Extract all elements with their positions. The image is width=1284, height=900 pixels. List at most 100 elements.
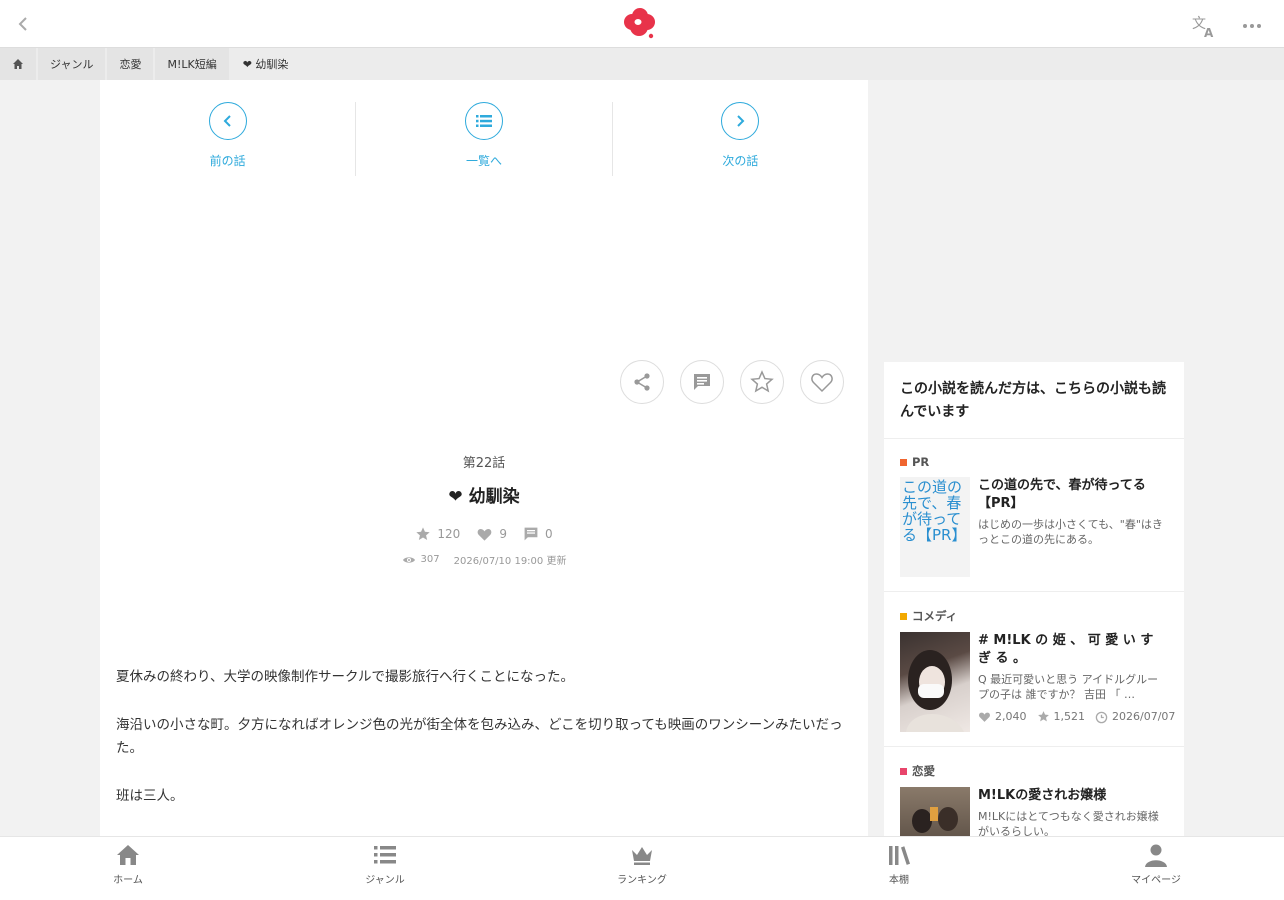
thumbnail-alt-text: この道の先で、春が待ってる【PR】 <box>902 478 967 544</box>
list-icon <box>374 846 396 864</box>
body-paragraph: 夏休みの終わり、大学の映像制作サークルで撮影旅行へ行くことになった。 <box>116 669 575 685</box>
likes-stat: 2,040 <box>978 710 1027 723</box>
prev-episode-button[interactable]: 前の話 <box>100 102 355 176</box>
logo[interactable] <box>620 6 658 42</box>
list-circle <box>464 102 503 140</box>
breadcrumb-label: ジャンル <box>50 58 94 71</box>
episode-nav: 前の話 一覧へ 次の話 <box>100 102 868 176</box>
breadcrumb-item-series[interactable]: M!LK短編 <box>155 48 229 80</box>
recommendation-desc: はじめの一歩は小さくても、"春"はきっとこの道の先にある。 <box>978 518 1163 546</box>
comment-icon <box>694 374 710 390</box>
back-button[interactable] <box>12 13 34 35</box>
broken-thumbnail[interactable]: この道の先で、春が待ってる【PR】 <box>900 477 970 577</box>
share-icon <box>634 373 650 391</box>
breadcrumb: ジャンル 恋愛 M!LK短編 ❤︎ 幼馴染 <box>0 48 1284 80</box>
cloud-logo-icon <box>624 8 655 39</box>
list-label: 一覧へ <box>465 154 502 168</box>
more-dots-icon <box>1243 24 1261 28</box>
star-icon <box>1037 711 1049 722</box>
next-episode-button[interactable]: 次の話 <box>611 102 868 176</box>
svg-text:A: A <box>1204 26 1214 38</box>
tab-label: ホーム <box>113 875 143 886</box>
breadcrumb-label: ❤︎ 幼馴染 <box>242 58 289 71</box>
star-button[interactable] <box>740 360 784 404</box>
thumbnail-image[interactable] <box>900 787 970 836</box>
heart-icon <box>979 712 990 722</box>
breadcrumb-label: 恋愛 <box>119 58 142 71</box>
comments-stat: 0 <box>523 526 553 542</box>
category-label: コメディ <box>912 609 958 623</box>
comments-count: 0 <box>544 527 553 541</box>
category-tag: コメディ <box>900 608 1168 624</box>
category-label: PR <box>912 455 930 469</box>
crown-icon <box>632 847 652 865</box>
date-text: 2026/07/07 <box>1112 710 1176 723</box>
tab-label: ジャンル <box>365 875 405 886</box>
recommendation-item[interactable]: コメディ # M!LK の 姫 、 可 愛 い す ぎ る 。 Q 最近可愛いと… <box>884 592 1184 747</box>
translate-icon: 文 A <box>1192 16 1214 40</box>
category-tag: PR <box>900 455 1168 469</box>
star-outline-icon <box>750 370 774 393</box>
home-icon <box>117 845 139 865</box>
recommendation-item[interactable]: 恋愛 M!LKの愛されお嬢様 M!LKにはとてつもなく愛されお嬢様がいるらしい。 <box>884 747 1184 836</box>
breadcrumb-item-genre[interactable]: ジャンル <box>38 48 106 80</box>
views-stat: 307 <box>402 554 440 565</box>
next-label: 次の話 <box>722 154 759 168</box>
tab-ranking[interactable]: ランキング <box>602 843 682 886</box>
tab-mypage[interactable]: マイページ <box>1116 843 1196 886</box>
like-button[interactable] <box>800 360 844 404</box>
clock-icon <box>1095 711 1108 724</box>
recommendation-title: この道の先で、春が待ってる【PR】 <box>978 478 1146 511</box>
episode-list-button[interactable]: 一覧へ <box>355 102 611 176</box>
eye-icon <box>402 556 415 563</box>
episode-number: 第22話 <box>462 456 506 471</box>
episode-body: 夏休みの終わり、大学の映像制作サークルで撮影旅行へ行くことになった。 海沿いの小… <box>116 666 852 833</box>
body-paragraph: 海沿いの小さな町。夕方になればオレンジ色の光が街全体を包み込み、どこを切り取って… <box>116 717 843 756</box>
breadcrumb-home[interactable] <box>0 48 36 80</box>
category-color <box>900 767 907 775</box>
thumbnail-image[interactable] <box>900 632 970 732</box>
breadcrumb-item-current: ❤︎ 幼馴染 <box>230 48 301 80</box>
person-icon <box>1145 844 1167 867</box>
recommendation-item[interactable]: PR この道の先で、春が待ってる【PR】 この道の先で、春が待ってる【PR】 は… <box>884 439 1184 592</box>
likes-count: 9 <box>499 527 507 541</box>
prev-label: 前の話 <box>209 154 246 168</box>
category-color <box>900 612 907 620</box>
tab-label: マイページ <box>1131 875 1181 886</box>
prev-circle <box>208 102 247 140</box>
date-stat: 2026/07/07 <box>1095 710 1176 724</box>
star-icon <box>416 527 431 540</box>
action-buttons <box>620 360 844 404</box>
episode-main: 前の話 一覧へ 次の話 第22話 ❤︎ 幼馴染 120 9 0 307 2026… <box>100 80 868 836</box>
recommendation-panel: この小説を読んだ方は、こちらの小説も読んでいます PR この道の先で、春が待って… <box>884 362 1184 836</box>
category-label: 恋愛 <box>912 764 935 778</box>
translate-button[interactable]: 文 A <box>1190 14 1218 40</box>
tab-label: 本棚 <box>889 875 909 886</box>
group-photo <box>912 807 958 833</box>
portrait-photo <box>906 650 964 732</box>
tab-home[interactable]: ホーム <box>88 843 168 886</box>
stars-count: 1,521 <box>1053 710 1086 723</box>
stars-stat: 1,521 <box>1037 710 1086 723</box>
category-color <box>900 458 907 466</box>
breadcrumb-item-romance[interactable]: 恋愛 <box>107 48 154 80</box>
recommendation-desc: Q 最近可愛いと思う アイドルグループの子は 誰ですか？ 吉田 「 … <box>978 673 1159 701</box>
comment-icon <box>524 527 538 541</box>
more-button[interactable] <box>1240 16 1264 36</box>
recommendation-title: M!LKの愛されお嬢様 <box>978 788 1107 803</box>
share-button[interactable] <box>620 360 664 404</box>
stars-stat: 120 <box>415 526 460 542</box>
chevron-left-icon <box>223 115 231 127</box>
tab-genre[interactable]: ジャンル <box>345 843 425 886</box>
tab-label: ランキング <box>617 875 667 886</box>
comment-button[interactable] <box>680 360 724 404</box>
views-count: 307 <box>420 554 440 565</box>
top-bar: 文 A <box>0 0 1284 48</box>
episode-title: ❤︎ 幼馴染 <box>448 487 520 507</box>
tab-shelf[interactable]: 本棚 <box>859 843 939 886</box>
recommendation-title: # M!LK の 姫 、 可 愛 い す ぎ る 。 <box>978 633 1154 666</box>
chevron-right-icon <box>737 115 745 127</box>
likes-stat: 9 <box>476 527 507 542</box>
next-circle <box>721 102 760 140</box>
likes-count: 2,040 <box>995 710 1027 723</box>
